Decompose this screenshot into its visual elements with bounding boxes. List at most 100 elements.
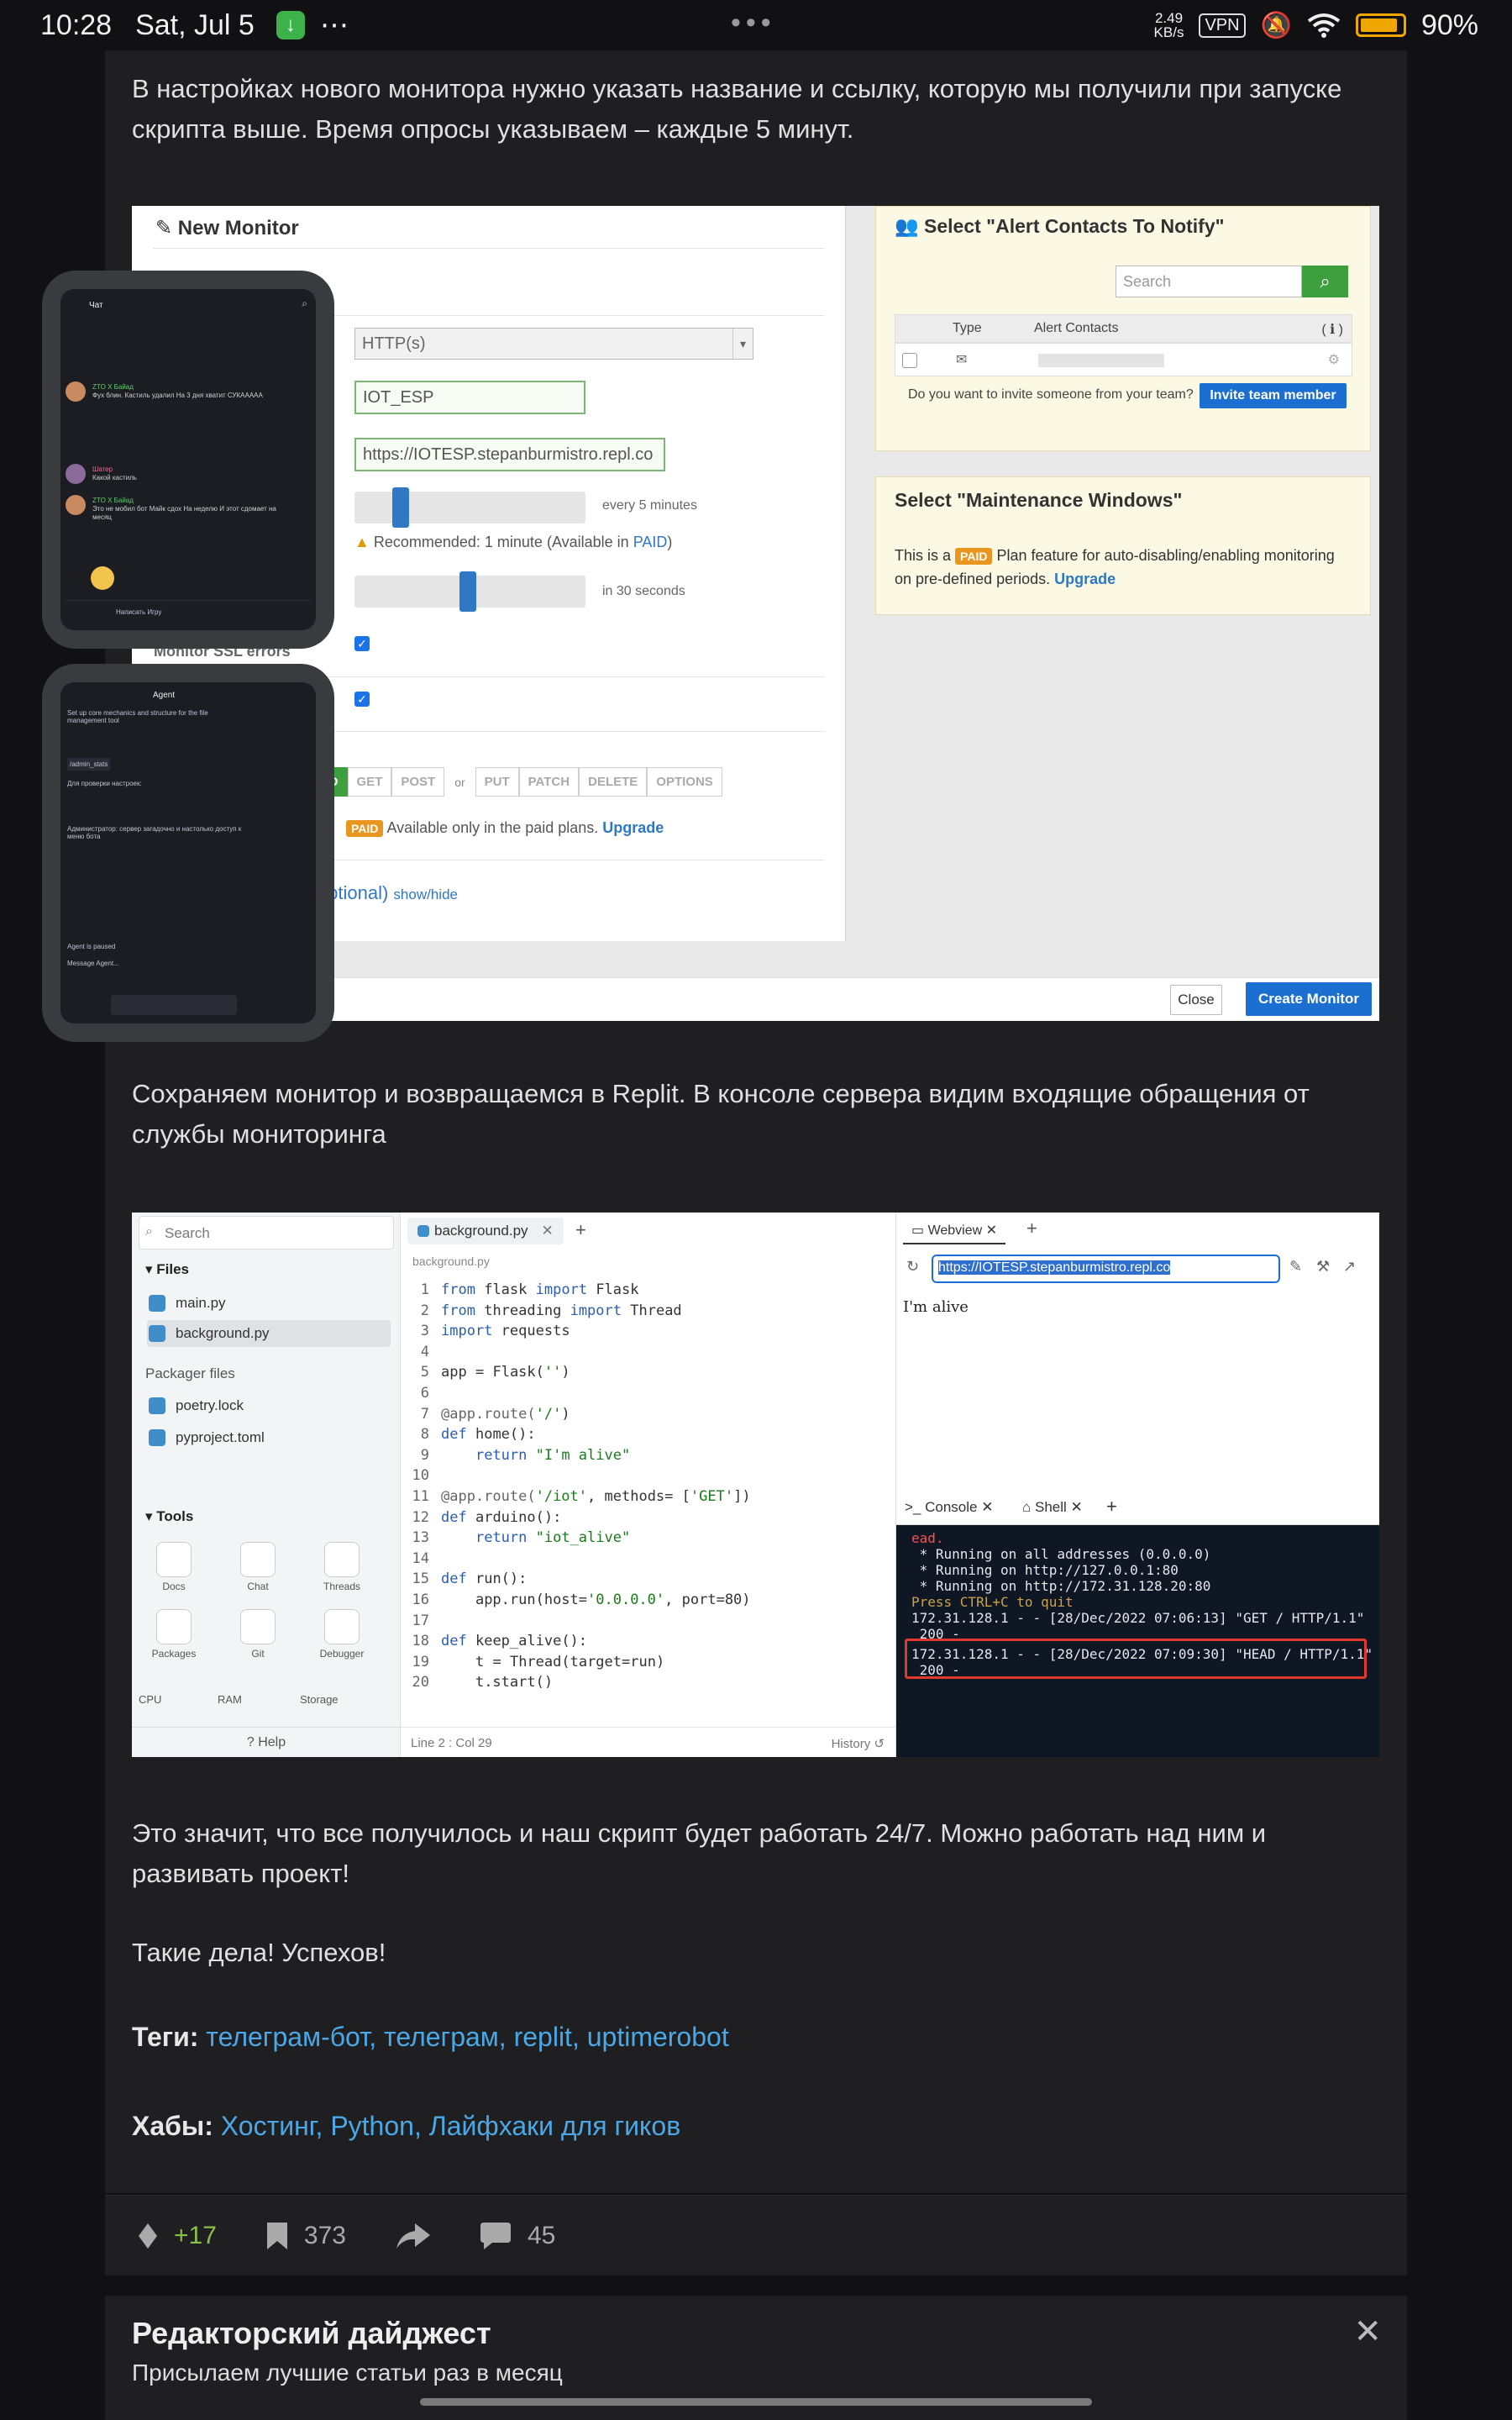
comments-button[interactable]: 45	[480, 2222, 555, 2250]
close-icon[interactable]: ✕	[1353, 2312, 1382, 2351]
option-checkbox[interactable]: ✓	[354, 692, 370, 707]
hubs-links[interactable]: Хостинг, Python, Лайфхаки для гиков	[221, 2111, 680, 2141]
code-text: def arduino():	[441, 1508, 562, 1526]
shell-tab[interactable]: ⌂ Shell ✕	[1022, 1499, 1083, 1516]
floating-chat-window[interactable]: Чат ⌕ ZTO X Байад Фух блин. Кастиль удали…	[42, 271, 334, 649]
code-text: def keep_alive():	[441, 1633, 588, 1650]
file-poetry-lock[interactable]: poetry.lock	[147, 1392, 391, 1419]
ssl-checkbox[interactable]: ✓	[354, 636, 370, 651]
code-line: 3 import requests	[401, 1321, 896, 1342]
code-line: 8 def home():	[401, 1424, 896, 1445]
chat-preview: Чат ⌕ ZTO X Байад Фух блин. Кастиль удали…	[60, 289, 316, 630]
method-delete[interactable]: DELETE	[579, 767, 648, 797]
line-number: 13	[412, 1529, 429, 1547]
file-pyproject-toml[interactable]: pyproject.toml	[147, 1424, 391, 1451]
upgrade-link[interactable]: Upgrade	[602, 819, 664, 836]
tool-debugger[interactable]: Debugger	[317, 1609, 367, 1660]
contacts-search-input[interactable]: Search	[1116, 266, 1302, 297]
url-input[interactable]: https://IOTESP.stepanburmistro.repl.co	[354, 438, 665, 471]
file-background-py[interactable]: background.py	[147, 1320, 391, 1347]
agent-toolbar[interactable]	[111, 995, 237, 1015]
code-editor[interactable]: background.py ✕ + background.py 1 from fla…	[401, 1213, 896, 1757]
floating-agent-window[interactable]: Agent Set up core mechanics and structur…	[42, 664, 334, 1042]
webview-tab[interactable]: ▭ Webview ✕	[903, 1218, 1006, 1244]
info-icon: ( ℹ )	[1321, 323, 1343, 337]
tool-chat[interactable]: Chat	[233, 1542, 283, 1592]
code-line: 4	[401, 1342, 896, 1363]
monitor-type-select[interactable]: HTTP(s) ▾	[354, 328, 753, 360]
method-options[interactable]: OPTIONS	[647, 767, 722, 797]
close-icon: ✕	[541, 1223, 554, 1239]
console-pane[interactable]: >_ Console ✕ ⌂ Shell ✕ + ead. * Running …	[896, 1490, 1379, 1757]
date: Sat, Jul 5	[135, 8, 255, 41]
line-number: 7	[420, 1405, 429, 1423]
code-text: return "iot_alive"	[475, 1529, 631, 1547]
code-line: 13 return "iot_alive"	[401, 1528, 896, 1549]
chat-message: ZTO X Байад Фух блин. Кастиль удалил На 3…	[92, 383, 263, 399]
slider-knob[interactable]	[459, 571, 476, 612]
close-button[interactable]: Close	[1170, 985, 1222, 1015]
method-post[interactable]: POST	[391, 767, 445, 797]
maintenance-text: This is a PAID Plan feature for auto-dis…	[895, 547, 1335, 587]
timeout-slider[interactable]	[354, 571, 585, 612]
editor-tab[interactable]: background.py ✕	[407, 1218, 564, 1244]
line-number: 20	[412, 1674, 429, 1691]
friendly-name-input[interactable]: IOT_ESP	[354, 381, 585, 414]
download-icon: ↓	[276, 11, 305, 39]
mute-icon: 🔕	[1260, 11, 1292, 39]
replit-search-input[interactable]: Search	[139, 1216, 394, 1249]
code-line: 10	[401, 1465, 896, 1486]
status-icons: 2.49 KB/s VPN 🔕 90%	[1154, 0, 1478, 50]
gesture-nav-handle[interactable]	[420, 2398, 1092, 2406]
help-button[interactable]: ? Help	[132, 1727, 401, 1757]
reactions-bar: +17 373 45	[105, 2195, 1407, 2275]
cpu-label: CPU	[139, 1693, 162, 1706]
window-handle-dots[interactable]: •••	[731, 7, 776, 39]
method-get[interactable]: GET	[347, 767, 392, 797]
contact-checkbox[interactable]	[902, 353, 917, 368]
file-main-py[interactable]: main.py	[147, 1290, 391, 1317]
vote-button[interactable]: +17	[139, 2222, 217, 2250]
gear-icon[interactable]: ⚙	[1328, 351, 1340, 368]
upgrade-link[interactable]: Upgrade	[1054, 571, 1116, 587]
code-line: 7 @app.route('/')	[401, 1404, 896, 1425]
external-link-icon[interactable]: ↗	[1343, 1258, 1356, 1276]
tags-links[interactable]: телеграм-бот, телеграм, replit, uptimero…	[206, 2022, 728, 2052]
create-monitor-button[interactable]: Create Monitor	[1246, 982, 1372, 1016]
bookmark-button[interactable]: 373	[266, 2222, 346, 2250]
line-number: 16	[412, 1591, 429, 1608]
tool-threads[interactable]: Threads	[317, 1542, 367, 1592]
webview-url-input[interactable]: https://IOTESP.stepanburmistro.repl.co	[932, 1255, 1280, 1283]
network-speed: 2.49 KB/s	[1153, 10, 1184, 40]
add-tab-icon[interactable]: +	[1026, 1218, 1037, 1239]
paragraph-1: В настройках нового монитора нужно указа…	[132, 74, 1342, 144]
interval-slider[interactable]	[354, 487, 585, 528]
search-icon[interactable]: ⌕	[1302, 266, 1348, 297]
method-put[interactable]: PUT	[475, 767, 519, 797]
share-button[interactable]	[396, 2223, 430, 2249]
console-tab[interactable]: >_ Console ✕	[905, 1499, 993, 1516]
invite-team-member-button[interactable]: Invite team member	[1200, 383, 1347, 408]
line-number: 8	[420, 1426, 429, 1444]
history-button[interactable]: History ↺	[832, 1736, 885, 1751]
chat-input-bar[interactable]: Написать Игру	[66, 600, 311, 622]
contacts-table-row[interactable]: ✉ ⚙	[895, 343, 1352, 376]
code-text: def home():	[441, 1426, 536, 1444]
code-text: app = Flask('')	[441, 1364, 570, 1381]
add-tab-icon[interactable]: +	[575, 1219, 586, 1241]
packager-heading: Packager files	[145, 1365, 235, 1381]
method-patch[interactable]: PATCH	[518, 767, 580, 797]
line-number: 15	[412, 1570, 429, 1588]
devtools-icon[interactable]: ⚒	[1316, 1258, 1330, 1276]
edit-icon[interactable]: ✎	[1289, 1258, 1302, 1276]
add-tab-icon[interactable]: +	[1106, 1496, 1117, 1518]
recommended-note: ▲ Recommended: 1 minute (Available in PA…	[354, 534, 673, 550]
tool-docs[interactable]: Docs	[149, 1542, 199, 1592]
tool-git[interactable]: Git	[233, 1609, 283, 1660]
line-number: 9	[420, 1446, 429, 1464]
emoji-sticker	[91, 566, 114, 590]
avatar	[66, 495, 86, 515]
refresh-icon[interactable]: ↻	[906, 1258, 919, 1276]
slider-knob[interactable]	[392, 487, 409, 528]
tool-packages[interactable]: Packages	[149, 1609, 199, 1660]
